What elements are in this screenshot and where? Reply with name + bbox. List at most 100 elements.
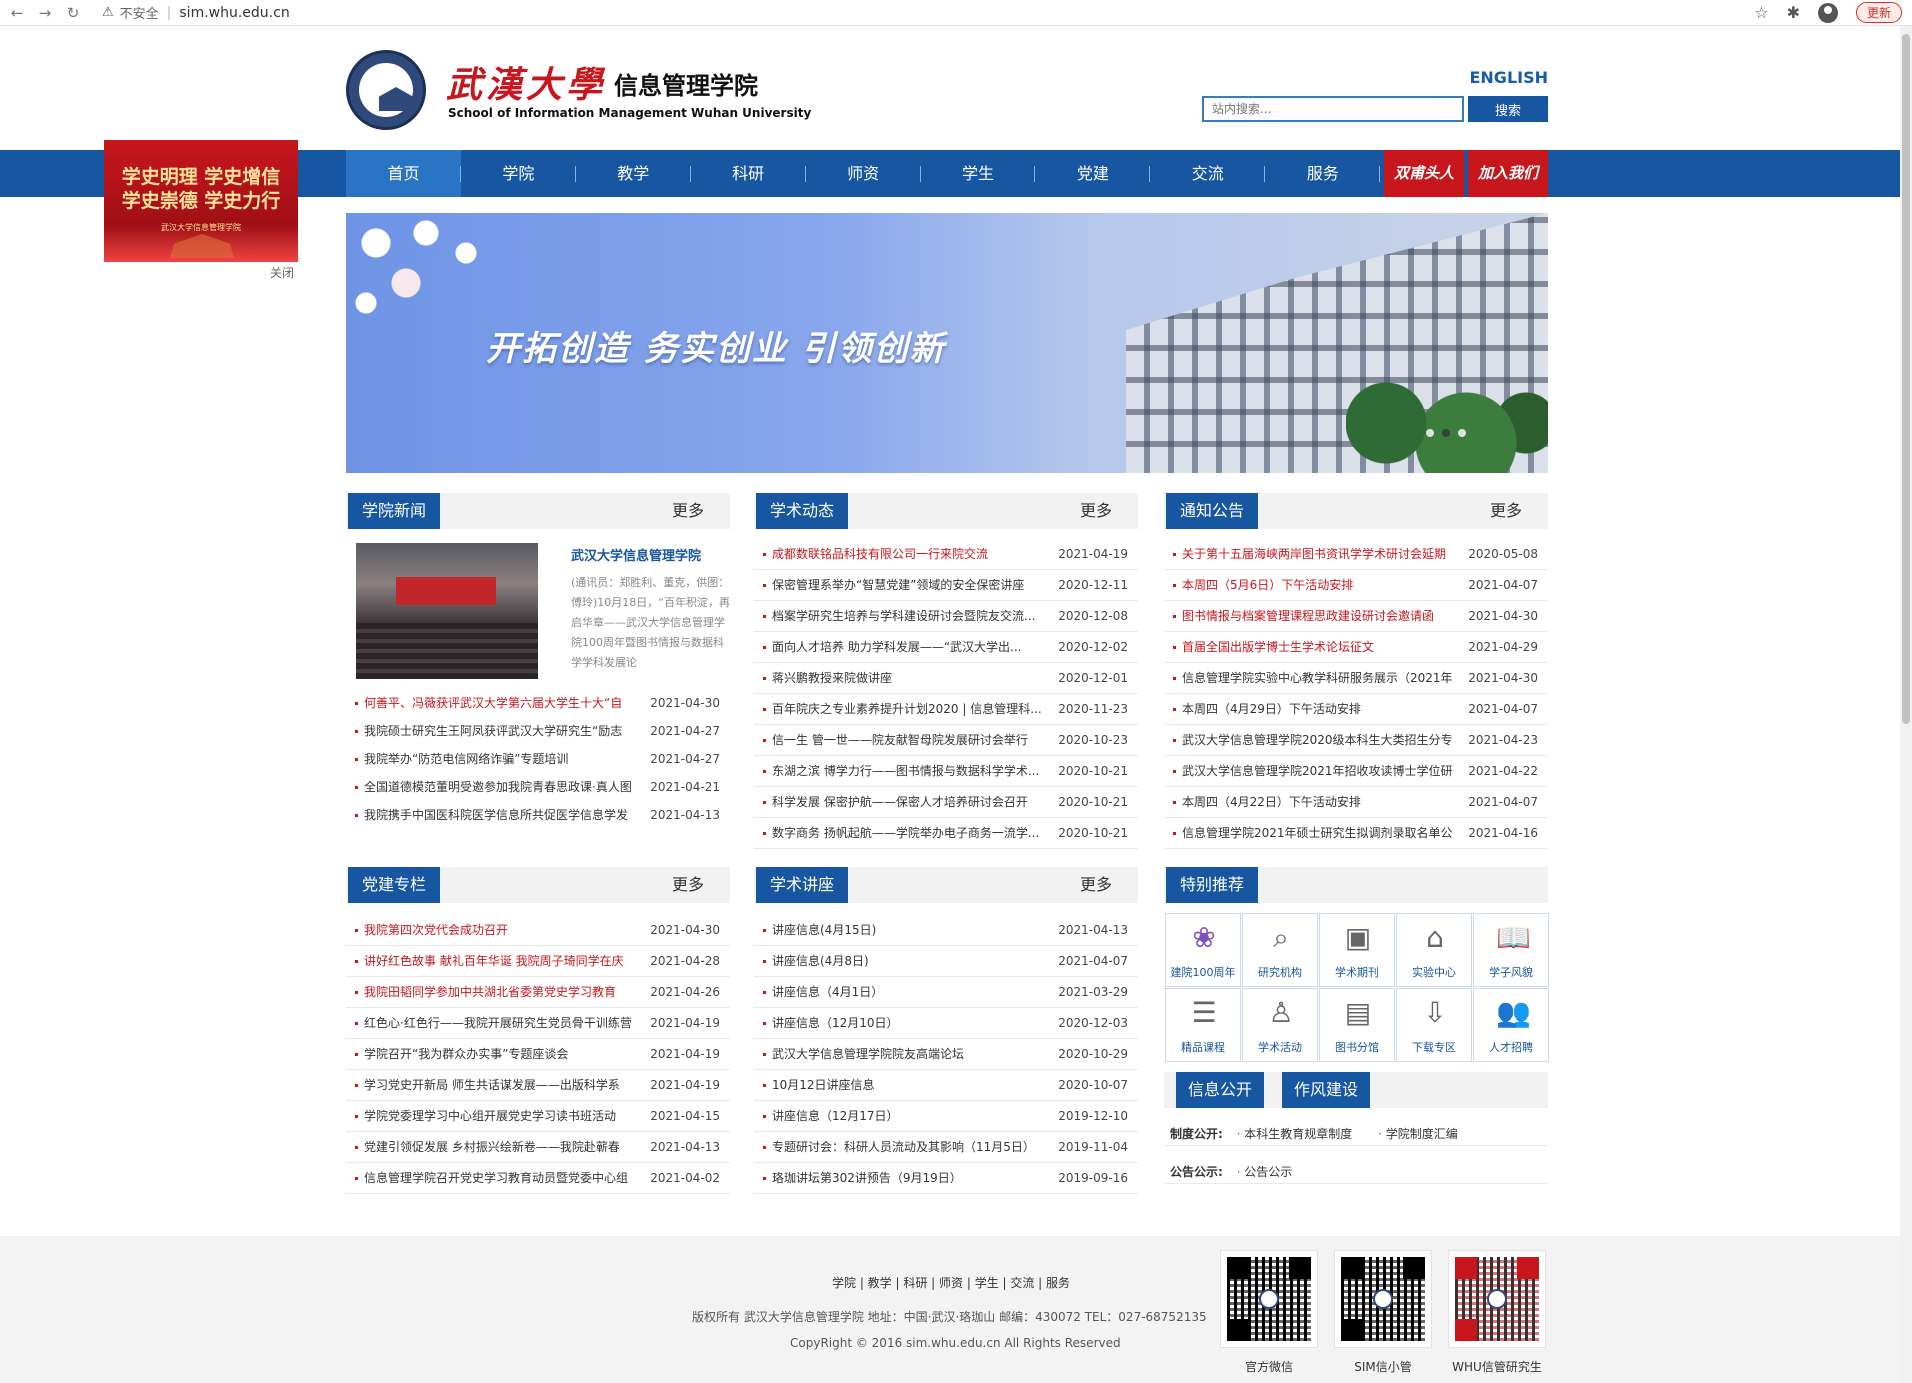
nav-item-party[interactable]: 党建 (1035, 150, 1151, 197)
recommend-journal[interactable]: ▣ 学术期刊 (1319, 913, 1395, 987)
list-item[interactable]: 我院携手中国医科院医学信息所共促医学信息学发 2021-04-13 (346, 801, 730, 829)
list-item[interactable]: 保密管理系举办“智慧党建”领域的安全保密讲座 2020-12-11 (754, 570, 1138, 601)
list-item[interactable]: 学院党委理学习中心组开展党史学习读书班活动 2021-04-15 (346, 1101, 730, 1132)
notices-more[interactable]: 更多 (1490, 493, 1522, 529)
page-scrollbar[interactable] (1900, 26, 1912, 1383)
nav-item-students[interactable]: 学生 (921, 150, 1036, 197)
party-more[interactable]: 更多 (672, 867, 704, 903)
nav-special-leaders[interactable]: 双甫头人 (1384, 150, 1465, 197)
college-news-more[interactable]: 更多 (672, 493, 704, 529)
extensions-icon[interactable]: ✱ (1787, 3, 1800, 22)
list-item[interactable]: 学院召开“我为群众办实事”专题座谈会 2021-04-19 (346, 1039, 730, 1070)
list-item[interactable]: 我院硕士研究生王阿凤获评武汉大学研究生“励志 2021-04-27 (346, 717, 730, 745)
recommend-courses[interactable]: ☰ 精品课程 (1165, 988, 1241, 1062)
nav-item-home[interactable]: 首页 (346, 150, 461, 197)
nav-item-faculty[interactable]: 师资 (806, 150, 921, 197)
featured-news-title[interactable]: 武汉大学信息管理学院 (571, 545, 731, 564)
list-item[interactable]: 讲座信息（4月1日） 2021-03-29 (754, 977, 1138, 1008)
recommend-title[interactable]: 特别推荐 (1166, 867, 1259, 903)
list-item[interactable]: 本周四（4月29日）下午活动安排 2021-04-07 (1164, 694, 1548, 725)
warning-icon[interactable]: ⚠ (102, 5, 114, 20)
bookmark-star-icon[interactable]: ☆ (1754, 3, 1768, 22)
list-item[interactable]: 武汉大学信息管理学院2021年招收攻读博士学位研 2021-04-22 (1164, 756, 1548, 787)
university-name-logo[interactable]: 武漢大學 (446, 56, 606, 108)
nav-item-service[interactable]: 服务 (1265, 150, 1381, 197)
list-item[interactable]: 讲座信息（12月17日） 2019-12-10 (754, 1101, 1138, 1132)
hero-banner[interactable]: 开拓创造 务实创业 引领创新 (346, 213, 1548, 473)
recommend-anniversary[interactable]: ❀ 建院100周年 (1165, 913, 1241, 987)
update-button[interactable]: 更新 (1855, 2, 1902, 23)
list-item[interactable]: 关于第十五届海峡两岸图书资讯学学术研讨会延期 2020-05-08 (1164, 539, 1548, 570)
floating-ad-close[interactable]: 关闭 (270, 264, 294, 281)
list-item[interactable]: 数字商务 扬帆起航——学院举办电子商务一流学... 2020-10-21 (754, 818, 1138, 849)
list-item[interactable]: 科学发展 保密护航——保密人才培养研讨会召开 2020-10-21 (754, 787, 1138, 818)
info-link[interactable]: 本科生教育规章制度 (1237, 1127, 1353, 1141)
list-item[interactable]: 首届全国出版学博士生学术论坛征文 2021-04-29 (1164, 632, 1548, 663)
lectures-title[interactable]: 学术讲座 (756, 867, 849, 903)
english-link[interactable]: ENGLISH (1469, 68, 1548, 87)
list-item[interactable]: 我院田韬同学参加中共湖北省委第党史学习教育 2021-04-26 (346, 977, 730, 1008)
tab-info-public[interactable]: 信息公开 (1176, 1072, 1265, 1108)
recommend-lab[interactable]: ⌂ 实验中心 (1396, 913, 1472, 987)
list-item[interactable]: 讲座信息(4月15日) 2021-04-13 (754, 915, 1138, 946)
info-link[interactable]: 公告公示 (1237, 1165, 1293, 1179)
list-item[interactable]: 全国道德模范董明受邀参加我院青春思政课·真人图 2021-04-21 (346, 773, 730, 801)
notices-title[interactable]: 通知公告 (1166, 493, 1259, 529)
list-item[interactable]: 本周四（4月22日）下午活动安排 2021-04-07 (1164, 787, 1548, 818)
floating-ad-banner[interactable]: 学史明理 学史增信 学史崇德 学史力行 武汉大学信息管理学院 (104, 140, 298, 262)
department-name[interactable]: 信息管理学院 (614, 66, 758, 101)
list-item[interactable]: 百年院庆之专业素养提升计划2020 | 信息管理科... 2020-11-23 (754, 694, 1138, 725)
list-item[interactable]: 党建引领促发展 乡村振兴绘新卷——我院赴蕲春 2021-04-13 (346, 1132, 730, 1163)
list-item[interactable]: 专题研讨会：科研人员流动及其影响（11月5日） 2019-11-04 (754, 1132, 1138, 1163)
profile-avatar-icon[interactable] (1817, 2, 1838, 23)
list-item[interactable]: 信一生 管一世——院友献智母院发展研讨会举行 2020-10-23 (754, 725, 1138, 756)
carousel-dot[interactable] (1458, 429, 1466, 437)
list-item[interactable]: 珞珈讲坛第302讲预告（9月19日） 2019-09-16 (754, 1163, 1138, 1194)
list-item[interactable]: 图书情报与档案管理课程思政建设研讨会邀请函 2021-04-30 (1164, 601, 1548, 632)
list-item[interactable]: 信息管理学院召开党史学习教育动员暨党委中心组 2021-04-02 (346, 1163, 730, 1194)
address-bar[interactable]: sim.whu.edu.cn (179, 5, 289, 21)
list-item[interactable]: 武汉大学信息管理学院2020级本科生大类招生分专 2021-04-23 (1164, 725, 1548, 756)
recommend-students[interactable]: 📖 学子风貌 (1473, 913, 1549, 987)
list-item[interactable]: 成都数联铭品科技有限公司一行来院交流 2021-04-19 (754, 539, 1138, 570)
list-item[interactable]: 信息管理学院实验中心教学科研服务展示（2021年 2021-04-30 (1164, 663, 1548, 694)
list-item[interactable]: 何善平、冯薇获评武汉大学第六届大学生十大“自 2021-04-30 (346, 689, 730, 717)
nav-item-exchange[interactable]: 交流 (1150, 150, 1266, 197)
scrollbar-thumb[interactable] (1902, 34, 1910, 724)
list-item[interactable]: 讲座信息（12月10日） 2020-12-03 (754, 1008, 1138, 1039)
featured-news-photo[interactable] (356, 543, 538, 679)
list-item[interactable]: 我院第四次党代会成功召开 2021-04-30 (346, 915, 730, 946)
university-seal-logo[interactable] (346, 50, 426, 130)
lectures-more[interactable]: 更多 (1080, 867, 1112, 903)
recommend-recruit[interactable]: 👥 人才招聘 (1473, 988, 1549, 1062)
list-item[interactable]: 学习党史开新局 师生共话谋发展——出版科学系 2021-04-19 (346, 1070, 730, 1101)
list-item[interactable]: 东湖之滨 博学力行——图书情报与数据科学学术... 2020-10-21 (754, 756, 1138, 787)
back-icon[interactable]: ← (6, 4, 28, 22)
list-item[interactable]: 讲好红色故事 献礼百年华诞 我院周子琦同学在庆 2021-04-28 (346, 946, 730, 977)
footer-links[interactable]: 学院 | 教学 | 科研 | 师资 | 学生 | 交流 | 服务 (832, 1274, 1070, 1291)
info-link[interactable]: 学院制度汇编 (1378, 1127, 1458, 1141)
reload-icon[interactable]: ↻ (62, 4, 84, 22)
recommend-library[interactable]: ▤ 图书分馆 (1319, 988, 1395, 1062)
list-item[interactable]: 蒋兴鹏教授来院做讲座 2020-12-01 (754, 663, 1138, 694)
list-item[interactable]: 我院举办“防范电信网络诈骗”专题培训 2021-04-27 (346, 745, 730, 773)
academic-news-title[interactable]: 学术动态 (756, 493, 849, 529)
search-button[interactable]: 搜索 (1468, 96, 1548, 122)
list-item[interactable]: 档案学研究生培养与学科建设研讨会暨院友交流... 2020-12-08 (754, 601, 1138, 632)
recommend-research[interactable]: ⌕ 研究机构 (1242, 913, 1318, 987)
search-input[interactable] (1202, 96, 1464, 122)
college-news-title[interactable]: 学院新闻 (348, 493, 441, 529)
nav-item-research[interactable]: 科研 (691, 150, 806, 197)
list-item[interactable]: 武汉大学信息管理学院院友高端论坛 2020-10-29 (754, 1039, 1138, 1070)
recommend-activities[interactable]: ♙ 学术活动 (1242, 988, 1318, 1062)
list-item[interactable]: 红色心·红色行——我院开展研究生党员骨干训练营 2021-04-19 (346, 1008, 730, 1039)
carousel-dot[interactable] (1426, 429, 1434, 437)
academic-news-more[interactable]: 更多 (1080, 493, 1112, 529)
nav-item-college[interactable]: 学院 (461, 150, 576, 197)
recommend-download[interactable]: ⇩ 下载专区 (1396, 988, 1472, 1062)
tab-style-building[interactable]: 作风建设 (1282, 1072, 1371, 1108)
list-item[interactable]: 本周四（5月6日）下午活动安排 2021-04-07 (1164, 570, 1548, 601)
nav-special-join-us[interactable]: 加入我们 (1468, 150, 1549, 197)
list-item[interactable]: 信息管理学院2021年硕士研究生拟调剂录取名单公 2021-04-16 (1164, 818, 1548, 849)
carousel-dot[interactable] (1442, 429, 1450, 437)
